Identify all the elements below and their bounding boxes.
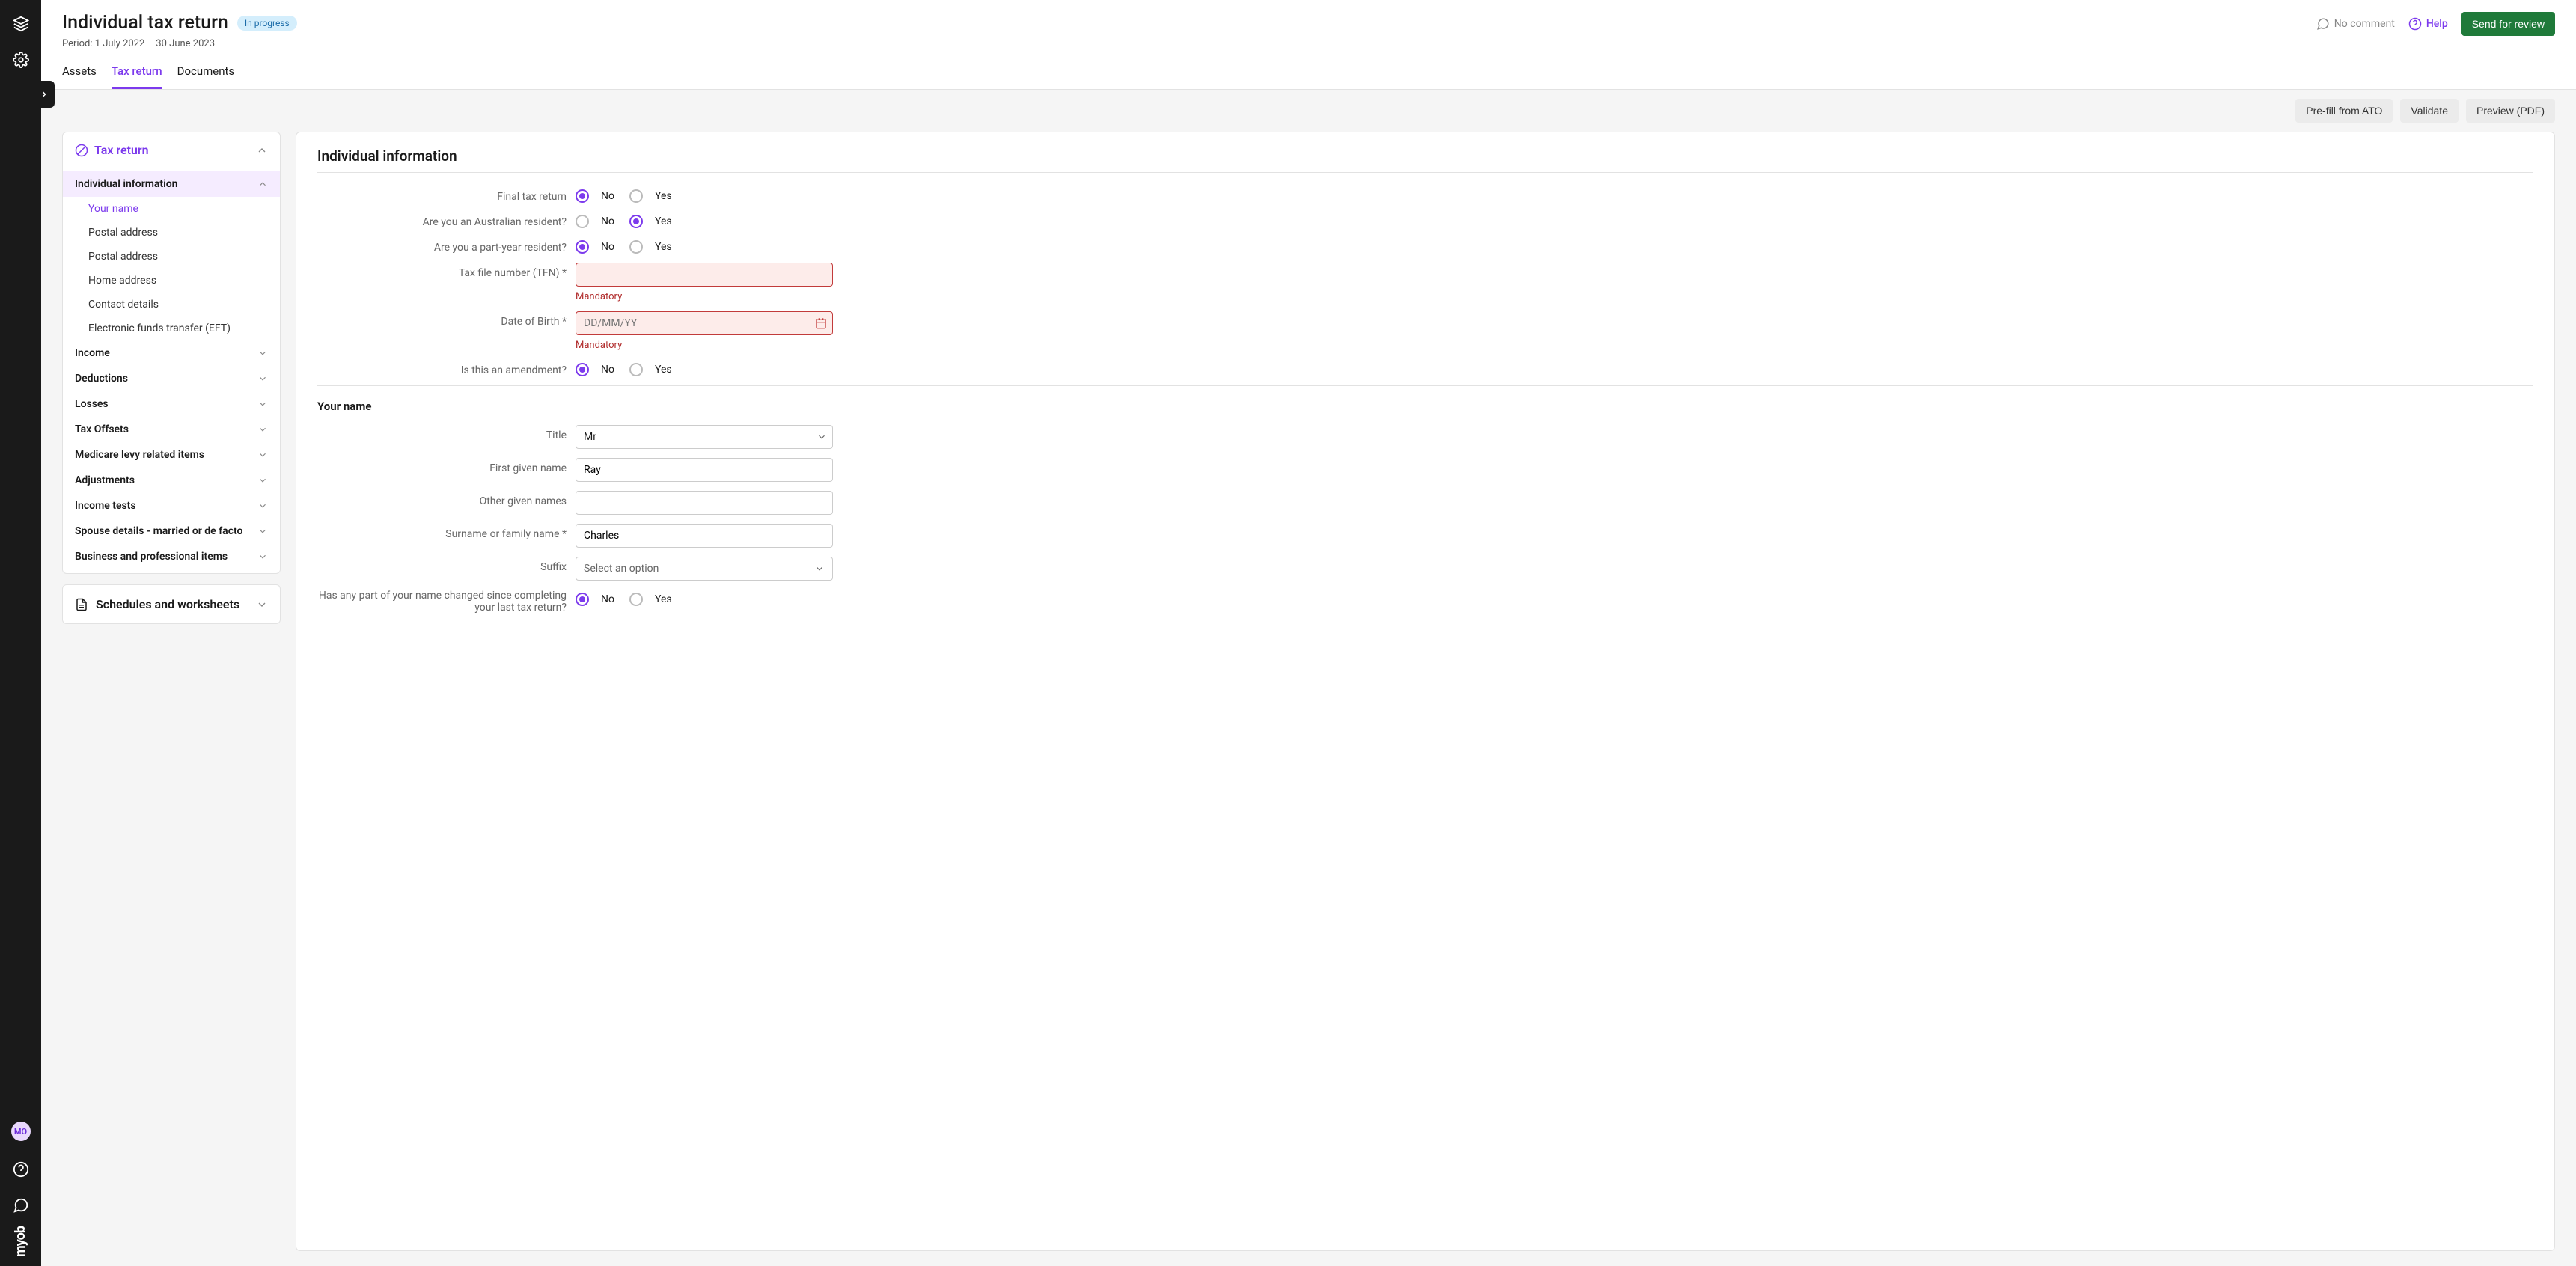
page-title: Individual tax return xyxy=(62,12,228,34)
nav-schedules[interactable]: Schedules and worksheets xyxy=(63,585,280,623)
surname-input[interactable] xyxy=(576,524,833,548)
label-tfn: Tax file number (TFN) * xyxy=(317,263,576,279)
chevron-down-icon xyxy=(256,599,268,611)
chevron-down-icon xyxy=(257,373,268,384)
help-icon xyxy=(2408,17,2422,31)
chevron-down-icon xyxy=(257,399,268,409)
label-dob: Date of Birth * xyxy=(317,311,576,328)
nav-tax-return-header[interactable]: Tax return xyxy=(63,132,280,165)
nav-section-individual-information[interactable]: Individual information xyxy=(63,171,280,197)
app-rail: MO myob xyxy=(0,0,41,1266)
help-button[interactable]: Help xyxy=(2408,17,2448,31)
nav-section-income[interactable]: Income xyxy=(63,340,280,366)
chevron-down-icon xyxy=(257,475,268,486)
dob-error: Mandatory xyxy=(576,340,833,351)
radio-resident-no[interactable] xyxy=(576,215,589,228)
radio-namechanged-yes[interactable] xyxy=(629,593,643,606)
help-circle-icon[interactable] xyxy=(6,1155,36,1184)
layers-icon[interactable] xyxy=(6,9,36,39)
label-first-name: First given name xyxy=(317,458,576,474)
form-heading: Individual information xyxy=(317,147,2533,165)
form-area: Individual information Final tax return … xyxy=(296,132,2555,1251)
side-nav: Tax return Individual information Your n… xyxy=(62,132,281,1251)
nav-section-adjustments[interactable]: Adjustments xyxy=(63,468,280,493)
radio-final-yes[interactable] xyxy=(629,189,643,203)
radio-partyear-yes[interactable] xyxy=(629,240,643,254)
nav-item-eft[interactable]: Electronic funds transfer (EFT) xyxy=(63,316,280,340)
validate-button[interactable]: Validate xyxy=(2400,99,2459,123)
no-comment-button[interactable]: No comment xyxy=(2316,17,2395,31)
subheading-your-name: Your name xyxy=(317,400,2533,413)
chevron-up-icon xyxy=(257,179,268,189)
chevron-down-icon xyxy=(257,501,268,511)
comment-icon xyxy=(2316,17,2330,31)
send-for-review-button[interactable]: Send for review xyxy=(2461,12,2555,36)
tab-tax-return[interactable]: Tax return xyxy=(112,64,162,89)
nav-item-contact-details[interactable]: Contact details xyxy=(63,293,280,316)
label-suffix: Suffix xyxy=(317,557,576,573)
tfn-error: Mandatory xyxy=(576,291,833,302)
chevron-down-icon xyxy=(257,348,268,358)
nav-section-income-tests[interactable]: Income tests xyxy=(63,493,280,519)
preview-button[interactable]: Preview (PDF) xyxy=(2466,99,2555,123)
nav-item-home-address[interactable]: Home address xyxy=(63,269,280,293)
dob-input[interactable] xyxy=(576,311,833,335)
label-title: Title xyxy=(317,425,576,441)
label-aus-resident: Are you an Australian resident? xyxy=(317,212,576,228)
first-name-input[interactable] xyxy=(576,458,833,482)
block-icon xyxy=(75,144,88,157)
chevron-down-icon xyxy=(257,424,268,435)
radio-amend-yes[interactable] xyxy=(629,363,643,376)
period-label: Period: 1 July 2022 – 30 June 2023 xyxy=(62,38,297,49)
nav-section-medicare[interactable]: Medicare levy related items xyxy=(63,442,280,468)
radio-final-no[interactable] xyxy=(576,189,589,203)
other-names-input[interactable] xyxy=(576,491,833,515)
tfn-input[interactable] xyxy=(576,263,833,287)
calendar-icon[interactable] xyxy=(815,317,827,329)
title-select[interactable]: Mr xyxy=(576,425,811,449)
nav-item-your-name[interactable]: Your name xyxy=(63,197,280,221)
nav-section-business[interactable]: Business and professional items xyxy=(63,544,280,573)
tab-documents[interactable]: Documents xyxy=(177,64,235,89)
expand-sidebar-icon[interactable] xyxy=(34,81,55,108)
nav-section-tax-offsets[interactable]: Tax Offsets xyxy=(63,417,280,442)
chevron-up-icon xyxy=(256,144,268,156)
suffix-select[interactable]: Select an option xyxy=(576,557,833,581)
gear-icon[interactable] xyxy=(6,45,36,75)
chevron-down-icon xyxy=(257,526,268,536)
label-final-tax-return: Final tax return xyxy=(317,186,576,203)
avatar[interactable]: MO xyxy=(11,1122,31,1141)
label-part-year: Are you a part-year resident? xyxy=(317,237,576,254)
label-other-names: Other given names xyxy=(317,491,576,507)
label-amendment: Is this an amendment? xyxy=(317,360,576,376)
nav-section-losses[interactable]: Losses xyxy=(63,391,280,417)
document-icon xyxy=(75,598,88,611)
page-header: Individual tax return In progress Period… xyxy=(41,0,2576,90)
toolbar: Pre-fill from ATO Validate Preview (PDF) xyxy=(41,90,2576,132)
myob-logo: myob xyxy=(13,1226,28,1257)
nav-section-spouse[interactable]: Spouse details - married or de facto xyxy=(63,519,280,544)
radio-resident-yes[interactable] xyxy=(629,215,643,228)
tabs: Assets Tax return Documents xyxy=(62,64,2555,89)
radio-amend-no[interactable] xyxy=(576,363,589,376)
prefill-button[interactable]: Pre-fill from ATO xyxy=(2295,99,2393,123)
radio-partyear-no[interactable] xyxy=(576,240,589,254)
chevron-down-icon xyxy=(814,563,825,574)
radio-namechanged-no[interactable] xyxy=(576,593,589,606)
chevron-down-icon xyxy=(257,450,268,460)
chat-icon[interactable] xyxy=(6,1190,36,1220)
status-badge: In progress xyxy=(237,16,297,31)
label-surname: Surname or family name * xyxy=(317,524,576,540)
nav-item-postal-address-1[interactable]: Postal address xyxy=(63,221,280,245)
nav-item-postal-address-2[interactable]: Postal address xyxy=(63,245,280,269)
label-name-changed: Has any part of your name changed since … xyxy=(317,590,576,614)
tab-assets[interactable]: Assets xyxy=(62,64,97,89)
title-select-chevron[interactable] xyxy=(811,425,833,449)
nav-section-deductions[interactable]: Deductions xyxy=(63,366,280,391)
chevron-down-icon xyxy=(257,551,268,562)
